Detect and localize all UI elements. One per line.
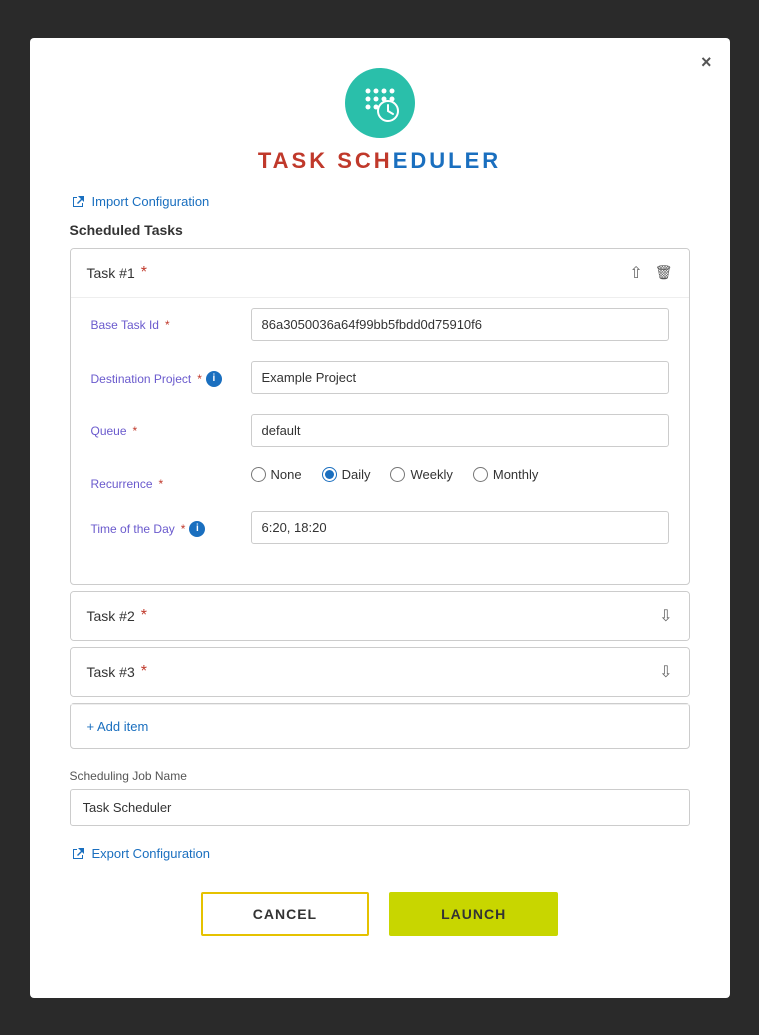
scheduling-section: Scheduling Job Name — [70, 769, 690, 826]
recurrence-daily[interactable]: Daily — [322, 467, 371, 482]
time-of-day-label: Time of the Day — [91, 522, 175, 536]
task-3-chevron-icon: ⇩ — [659, 662, 672, 682]
section-title: Scheduled Tasks — [70, 222, 690, 238]
task-1-required: * — [141, 264, 147, 282]
import-config-link[interactable]: Import Configuration — [70, 194, 690, 210]
task-1-delete-icon[interactable]: 🗑 — [655, 264, 673, 281]
task-1-chevron-icon: ⇧ — [629, 263, 642, 283]
destination-project-input[interactable] — [251, 361, 669, 394]
time-of-day-info-icon[interactable]: i — [189, 521, 205, 537]
task-card-3: Task #3 * ⇩ — [70, 647, 690, 697]
base-task-id-row: Base Task Id * — [91, 308, 669, 341]
task-3-label: Task #3 — [87, 664, 135, 680]
modal-overlay: × — [0, 0, 759, 1035]
import-icon — [70, 194, 86, 210]
recurrence-weekly-radio[interactable] — [390, 467, 405, 482]
recurrence-none[interactable]: None — [251, 467, 302, 482]
scheduling-job-name-label: Scheduling Job Name — [70, 769, 690, 783]
export-config-link[interactable]: Export Configuration — [70, 846, 690, 862]
recurrence-daily-radio[interactable] — [322, 467, 337, 482]
close-button[interactable]: × — [701, 52, 712, 73]
task-2-header[interactable]: Task #2 * ⇩ — [71, 592, 689, 640]
modal-header: TASK SCHEDULER — [70, 68, 690, 174]
recurrence-none-radio[interactable] — [251, 467, 266, 482]
time-of-day-input[interactable] — [251, 511, 669, 544]
task-2-chevron-icon: ⇩ — [659, 606, 672, 626]
task-1-label: Task #1 — [87, 265, 135, 281]
scheduling-job-name-input[interactable] — [70, 789, 690, 826]
task-card-2: Task #2 * ⇩ — [70, 591, 690, 641]
task-2-required: * — [141, 607, 147, 625]
export-icon — [70, 846, 86, 862]
modal-container: × — [30, 38, 730, 998]
add-item-button[interactable]: + Add item — [71, 704, 689, 748]
destination-project-label: Destination Project — [91, 372, 192, 386]
task-card-1: Task #1 * ⇧ 🗑 Base Task Id * — [70, 248, 690, 585]
footer-buttons: CANCEL LAUNCH — [70, 892, 690, 936]
task-1-header[interactable]: Task #1 * ⇧ 🗑 — [71, 249, 689, 297]
task-1-body: Base Task Id * Destination Project * i — [71, 297, 689, 584]
base-task-id-input[interactable] — [251, 308, 669, 341]
queue-row: Queue * — [91, 414, 669, 447]
app-title: TASK SCHEDULER — [258, 148, 501, 174]
recurrence-monthly[interactable]: Monthly — [473, 467, 539, 482]
app-logo — [345, 68, 415, 138]
time-of-day-row: Time of the Day * i — [91, 511, 669, 544]
logo-icon — [358, 81, 402, 125]
recurrence-row: Recurrence * None Daily — [91, 467, 669, 491]
recurrence-label: Recurrence — [91, 477, 153, 491]
add-item-section: + Add item — [70, 703, 690, 749]
recurrence-options: None Daily Weekly Monthly — [251, 467, 669, 482]
queue-label: Queue — [91, 424, 127, 438]
destination-project-row: Destination Project * i — [91, 361, 669, 394]
task-2-label: Task #2 — [87, 608, 135, 624]
destination-project-info-icon[interactable]: i — [206, 371, 222, 387]
recurrence-weekly[interactable]: Weekly — [390, 467, 452, 482]
task-3-header[interactable]: Task #3 * ⇩ — [71, 648, 689, 696]
base-task-id-label: Base Task Id — [91, 318, 159, 332]
queue-input[interactable] — [251, 414, 669, 447]
cancel-button[interactable]: CANCEL — [201, 892, 369, 936]
recurrence-monthly-radio[interactable] — [473, 467, 488, 482]
task-3-required: * — [141, 663, 147, 681]
launch-button[interactable]: LAUNCH — [389, 892, 558, 936]
